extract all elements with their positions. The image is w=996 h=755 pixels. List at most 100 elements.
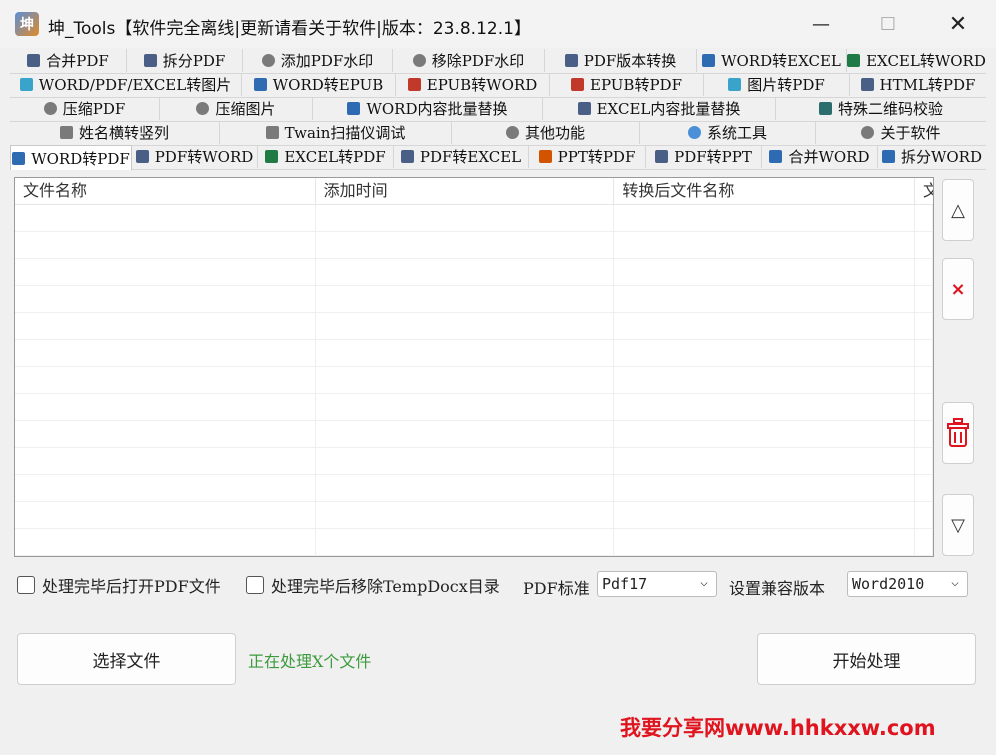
tab-pdf-to-word[interactable]: PDF转WORD xyxy=(132,145,258,168)
compat-version-select[interactable]: Word2010 ⌵ xyxy=(847,571,968,597)
tab-merge-word[interactable]: 合并WORD xyxy=(762,145,878,168)
tab-label: EPUB转PDF xyxy=(590,76,682,94)
word-icon xyxy=(702,54,716,67)
tab-label: 添加PDF水印 xyxy=(280,52,374,70)
tab-word-to-pdf[interactable]: WORD转PDF xyxy=(10,145,132,170)
table-cell xyxy=(915,259,933,285)
table-cell xyxy=(614,394,916,420)
tab-about[interactable]: 关于软件 xyxy=(816,121,986,144)
table-row[interactable] xyxy=(15,232,933,259)
open-pdf-checkbox[interactable] xyxy=(17,576,35,594)
close-button[interactable]: ✕ xyxy=(923,0,993,48)
table-row[interactable] xyxy=(15,367,933,394)
column-header-output-name[interactable]: 转换后文件名称 xyxy=(614,178,916,204)
table-row[interactable] xyxy=(15,448,933,475)
table-cell xyxy=(15,421,316,447)
table-row[interactable] xyxy=(15,556,933,557)
open-pdf-option[interactable]: 处理完毕后打开PDF文件 xyxy=(17,573,221,597)
table-cell xyxy=(915,340,933,366)
tab-label: 压缩图片 xyxy=(215,100,276,118)
tab-label: 其他功能 xyxy=(524,124,585,142)
tab-split-word[interactable]: 拆分WORD xyxy=(878,145,986,168)
list-body xyxy=(15,205,933,557)
tab-image-to-pdf[interactable]: 图片转PDF xyxy=(704,73,850,96)
pdf-standard-value: Pdf17 xyxy=(602,575,648,593)
tab-word-batch-replace[interactable]: WORD内容批量替换 xyxy=(313,97,543,120)
table-cell xyxy=(15,205,316,231)
tab-epub-to-pdf[interactable]: EPUB转PDF xyxy=(550,73,704,96)
tab-ppt-to-pdf[interactable]: PPT转PDF xyxy=(529,145,646,168)
tab-merge-pdf[interactable]: 合并PDF xyxy=(10,49,127,72)
table-row[interactable] xyxy=(15,502,933,529)
pdf-standard-select[interactable]: Pdf17 ⌵ xyxy=(597,571,717,597)
move-down-button[interactable]: ▽ xyxy=(942,494,974,556)
tab-label: WORD内容批量替换 xyxy=(366,100,508,118)
table-cell xyxy=(614,421,916,447)
excel-icon xyxy=(577,102,591,115)
table-row[interactable] xyxy=(15,421,933,448)
tab-label: 关于软件 xyxy=(880,124,941,142)
file-list[interactable]: 文件名称 添加时间 转换后文件名称 文 xyxy=(14,177,934,557)
tab-label: PPT转PDF xyxy=(557,148,636,166)
table-row[interactable] xyxy=(15,313,933,340)
table-row[interactable] xyxy=(15,205,933,232)
table-cell xyxy=(614,556,915,557)
tab-label: HTML转PDF xyxy=(879,76,976,94)
list-header: 文件名称 添加时间 转换后文件名称 文 xyxy=(15,178,933,205)
tab-remove-watermark[interactable]: 移除PDF水印 xyxy=(393,49,545,72)
select-files-button[interactable]: 选择文件 xyxy=(17,633,236,685)
table-cell xyxy=(15,394,316,420)
table-row[interactable] xyxy=(15,259,933,286)
tab-split-pdf[interactable]: 拆分PDF xyxy=(127,49,243,72)
compat-version-value: Word2010 xyxy=(852,575,925,593)
tab-excel-to-word[interactable]: EXCEL转WORD xyxy=(847,49,986,72)
tab-system-tools[interactable]: 系统工具 xyxy=(640,121,816,144)
column-header-added-time[interactable]: 添加时间 xyxy=(316,178,615,204)
ppt-icon xyxy=(538,150,552,163)
table-cell xyxy=(15,529,316,555)
tab-html-to-pdf[interactable]: HTML转PDF xyxy=(850,73,986,96)
tab-other-functions[interactable]: 其他功能 xyxy=(452,121,640,144)
tab-twain-scanner[interactable]: Twain扫描仪调试 xyxy=(220,121,452,144)
table-row[interactable] xyxy=(15,394,933,421)
table-row[interactable] xyxy=(15,286,933,313)
table-row[interactable] xyxy=(15,340,933,367)
move-up-button[interactable]: △ xyxy=(942,179,974,241)
tab-word-to-excel[interactable]: WORD转EXCEL xyxy=(697,49,847,72)
table-row[interactable] xyxy=(15,529,933,556)
maximize-button[interactable]: ☐ xyxy=(853,0,923,48)
remove-temp-option[interactable]: 处理完毕后移除TempDocx目录 xyxy=(246,573,500,597)
tab-pdf-to-ppt[interactable]: PDF转PPT xyxy=(646,145,762,168)
tab-qr-check[interactable]: 特殊二维码校验 xyxy=(776,97,986,120)
minimize-button[interactable]: — xyxy=(786,0,856,48)
epub-icon xyxy=(571,78,584,91)
table-cell xyxy=(915,448,933,474)
table-row[interactable] xyxy=(15,475,933,502)
tab-epub-to-word[interactable]: EPUB转WORD xyxy=(396,73,550,96)
start-processing-button[interactable]: 开始处理 xyxy=(757,633,976,685)
table-cell xyxy=(614,205,916,231)
tab-to-image[interactable]: WORD/PDF/EXCEL转图片 xyxy=(10,73,242,96)
table-cell xyxy=(316,232,615,258)
tab-compress-image[interactable]: 压缩图片 xyxy=(160,97,313,120)
tab-word-to-epub[interactable]: WORD转EPUB xyxy=(242,73,396,96)
clear-list-button[interactable] xyxy=(942,402,974,464)
tab-excel-batch-replace[interactable]: EXCEL内容批量替换 xyxy=(543,97,776,120)
word-icon xyxy=(881,150,895,163)
table-cell xyxy=(15,556,316,557)
column-header-file-name[interactable]: 文件名称 xyxy=(15,178,316,204)
remove-temp-checkbox[interactable] xyxy=(246,576,264,594)
tab-compress-pdf[interactable]: 压缩PDF xyxy=(10,97,160,120)
table-cell xyxy=(614,313,916,339)
tab-pdf-to-excel[interactable]: PDF转EXCEL xyxy=(394,145,529,168)
table-cell xyxy=(316,556,615,557)
tab-excel-to-pdf[interactable]: EXCEL转PDF xyxy=(258,145,394,168)
word-icon xyxy=(12,151,26,165)
tab-pdf-version[interactable]: PDF版本转换 xyxy=(545,49,697,72)
tab-add-watermark[interactable]: 添加PDF水印 xyxy=(243,49,393,72)
column-header-partial[interactable]: 文 xyxy=(915,178,933,204)
table-cell xyxy=(15,232,316,258)
tab-name-vertical[interactable]: 姓名横转竖列 xyxy=(10,121,220,144)
remove-item-button[interactable]: × xyxy=(942,258,974,320)
watermark-icon xyxy=(261,54,275,67)
